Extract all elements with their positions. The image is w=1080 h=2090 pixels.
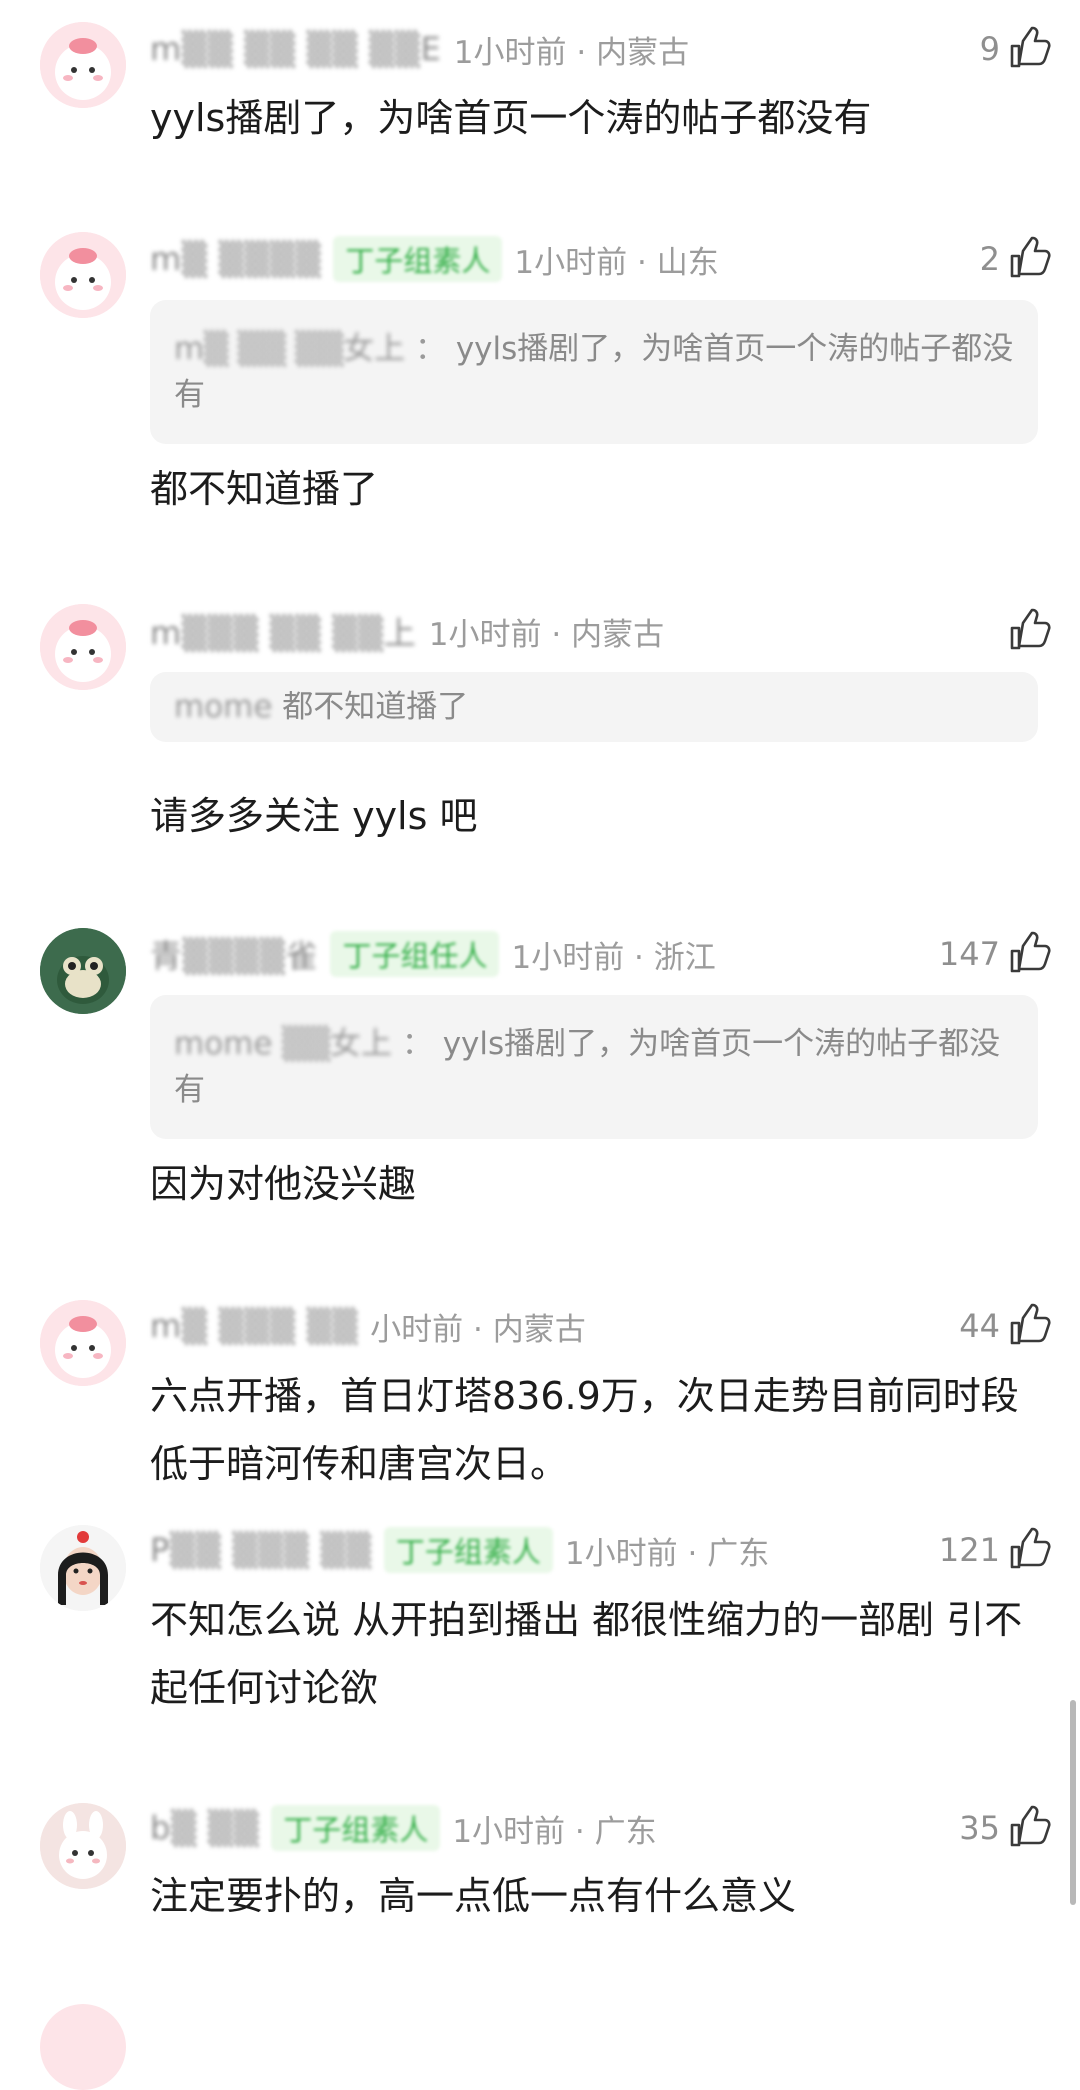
group-badge: 丁子组任人 bbox=[330, 931, 500, 977]
quote-separator: ： bbox=[405, 331, 456, 367]
like-button[interactable]: 9 bbox=[980, 26, 1052, 72]
thumbs-up-icon bbox=[1006, 1805, 1052, 1851]
comment-header: m▒ ▒▒▒▒ 丁子组素人 1小时前 · 山东 bbox=[150, 236, 719, 282]
comment-meta: 1小时前 · 广东 bbox=[564, 1535, 770, 1572]
username[interactable]: 青▒▒▒▒雀 bbox=[150, 931, 318, 977]
comment-header: m▒ ▒▒▒ ▒▒ 小时前 · 内蒙古 bbox=[150, 1303, 586, 1349]
like-count: 44 bbox=[959, 1307, 1000, 1345]
username[interactable]: m▒▒ ▒▒ ▒▒ ▒▒E bbox=[150, 30, 442, 68]
quoted-username: mome ▒▒女上 bbox=[174, 1026, 392, 1062]
comment-header: 青▒▒▒▒雀 丁子组任人 1小时前 · 浙江 bbox=[150, 931, 716, 977]
comment-text: 不知怎么说 从开拍到播出 都很性缩力的一部剧 引不起任何讨论欲 bbox=[150, 1598, 1023, 1710]
user-avatar[interactable] bbox=[40, 1803, 126, 1889]
comment-header: P▒▒ ▒▒▒ ▒▒ 丁子组素人 1小时前 · 广东 bbox=[150, 1527, 769, 1573]
comment-meta: 1小时前 · 山东 bbox=[514, 244, 719, 281]
comment-meta: 1小时前 · 广东 bbox=[452, 1813, 657, 1850]
user-avatar[interactable] bbox=[40, 604, 126, 690]
comment-meta: 小时前 · 内蒙古 bbox=[370, 1311, 586, 1348]
quoted-reply[interactable]: m▒ ▒▒ ▒▒女上 ： yyls播剧了，为啥首页一个涛的帖子都没有 bbox=[150, 300, 1038, 444]
group-badge: 丁子组素人 bbox=[271, 1805, 441, 1851]
quoted-username: mome bbox=[174, 689, 273, 725]
quoted-reply[interactable]: mome 都不知道播了 bbox=[150, 672, 1038, 742]
comment-meta: 1小时前 · 内蒙古 bbox=[428, 616, 665, 653]
group-badge: 丁子组素人 bbox=[383, 1527, 553, 1573]
comment-meta: 1小时前 · 浙江 bbox=[511, 939, 716, 976]
like-button[interactable]: 147 bbox=[939, 931, 1052, 977]
comment-text: 注定要扑的，高一点低一点有什么意义 bbox=[150, 1874, 797, 1918]
quote-separator: ： bbox=[391, 1026, 443, 1062]
comment-header: m▒▒ ▒▒ ▒▒ ▒▒E 1小时前 · 内蒙古 bbox=[150, 26, 689, 72]
like-button[interactable]: 35 bbox=[959, 1805, 1052, 1851]
thumbs-up-icon bbox=[1006, 26, 1052, 72]
scrollbar[interactable] bbox=[1070, 1700, 1076, 1905]
thumbs-up-icon bbox=[1006, 1527, 1052, 1573]
quoted-username: m▒ ▒▒ ▒▒女上 bbox=[174, 331, 406, 367]
comment-text: yyls播剧了，为啥首页一个涛的帖子都没有 bbox=[150, 96, 872, 140]
comment-text: 都不知道播了 bbox=[150, 467, 379, 511]
quoted-reply[interactable]: mome ▒▒女上 ： yyls播剧了，为啥首页一个涛的帖子都没有 bbox=[150, 995, 1038, 1139]
user-avatar[interactable] bbox=[40, 22, 126, 108]
like-button[interactable]: 121 bbox=[939, 1527, 1052, 1573]
username[interactable]: P▒▒ ▒▒▒ ▒▒ bbox=[150, 1531, 372, 1569]
user-avatar[interactable] bbox=[40, 928, 126, 1014]
user-avatar[interactable] bbox=[40, 1300, 126, 1386]
like-count: 2 bbox=[979, 240, 1000, 278]
thumbs-up-icon bbox=[1006, 236, 1052, 282]
username[interactable]: m▒▒▒ ▒▒ ▒▒上 bbox=[150, 608, 417, 654]
user-avatar[interactable] bbox=[40, 1525, 126, 1611]
like-count: 9 bbox=[979, 30, 1000, 68]
comment-header: m▒▒▒ ▒▒ ▒▒上 1小时前 · 内蒙古 bbox=[150, 608, 664, 654]
quote-separator bbox=[272, 689, 282, 725]
thumbs-up-icon bbox=[1006, 931, 1052, 977]
thumbs-up-icon bbox=[1006, 1303, 1052, 1349]
quoted-text: 都不知道播了 bbox=[282, 689, 469, 725]
comment-meta: 1小时前 · 内蒙古 bbox=[453, 34, 690, 71]
like-button[interactable]: 2 bbox=[980, 236, 1052, 282]
username[interactable]: b▒ ▒▒ bbox=[150, 1809, 259, 1847]
like-count: 147 bbox=[938, 935, 1000, 973]
username[interactable]: m▒ ▒▒▒▒ bbox=[150, 240, 321, 278]
group-badge: 丁子组素人 bbox=[333, 236, 503, 282]
like-count: 121 bbox=[938, 1531, 1000, 1569]
like-count: 35 bbox=[959, 1809, 1000, 1847]
like-button[interactable] bbox=[1000, 608, 1052, 654]
like-button[interactable]: 44 bbox=[959, 1303, 1052, 1349]
comment-header: b▒ ▒▒ 丁子组素人 1小时前 · 广东 bbox=[150, 1805, 657, 1851]
username[interactable]: m▒ ▒▒▒ ▒▒ bbox=[150, 1307, 358, 1345]
comment-text: 因为对他没兴趣 bbox=[150, 1162, 417, 1206]
comment-text: 六点开播，首日灯塔836.9万，次日走势目前同时段低于暗河传和唐宫次日。 bbox=[150, 1374, 1019, 1486]
user-avatar[interactable] bbox=[40, 232, 126, 318]
comment-text: 请多多关注 yyls 吧 bbox=[150, 794, 478, 838]
thumbs-up-icon bbox=[1006, 608, 1052, 654]
